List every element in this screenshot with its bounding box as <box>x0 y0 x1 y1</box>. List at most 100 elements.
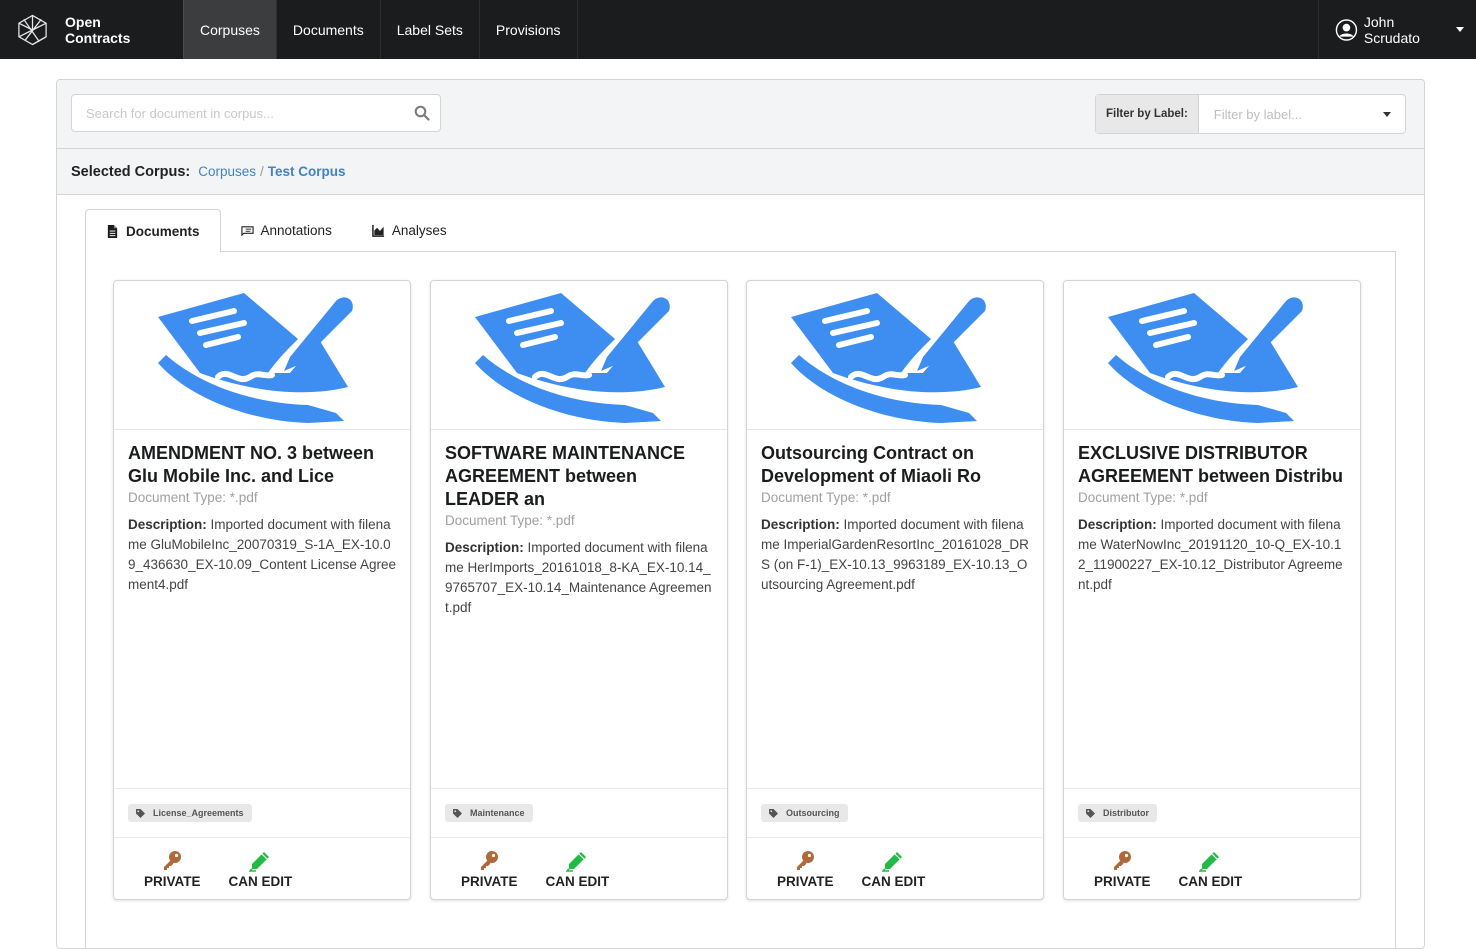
tag-icon <box>453 808 462 818</box>
top-navbar: Open Contracts Corpuses Documents Label … <box>0 0 1476 59</box>
private-status: PRIVATE <box>461 838 518 889</box>
breadcrumb: Selected Corpus: Corpuses / Test Corpus <box>57 149 1424 195</box>
can-edit-status: CAN EDIT <box>861 838 926 889</box>
card-labels: Outsourcing <box>747 788 1043 837</box>
document-signature-icon <box>475 293 670 423</box>
pencil-icon <box>1199 852 1220 872</box>
card-description: Description: Imported document with file… <box>445 538 713 618</box>
label-chip-text: License_Agreements <box>153 808 244 818</box>
can-edit-label: CAN EDIT <box>861 874 926 889</box>
key-icon <box>797 851 815 870</box>
card-description: Description: Imported document with file… <box>1078 515 1346 595</box>
private-status: PRIVATE <box>144 838 201 889</box>
label-chip[interactable]: Outsourcing <box>761 804 848 822</box>
card-footer: PRIVATE CAN EDIT <box>431 837 727 899</box>
search-box <box>71 94 441 132</box>
can-edit-status: CAN EDIT <box>545 838 610 889</box>
chevron-down-icon <box>1383 111 1391 117</box>
private-status: PRIVATE <box>1094 838 1151 889</box>
breadcrumb-corpuses-link[interactable]: Corpuses <box>198 164 256 179</box>
label-chip-text: Outsourcing <box>786 808 840 818</box>
pencil-icon <box>566 852 587 872</box>
private-status: PRIVATE <box>777 838 834 889</box>
pencil-icon <box>882 852 903 872</box>
nav-documents[interactable]: Documents <box>275 0 380 59</box>
document-card[interactable]: SOFTWARE MAINTENANCE AGREEMENT between L… <box>430 280 728 900</box>
card-body: SOFTWARE MAINTENANCE AGREEMENT between L… <box>431 430 727 618</box>
key-icon <box>164 851 182 870</box>
card-description: Description: Imported document with file… <box>761 515 1029 595</box>
user-avatar-icon <box>1335 18 1358 41</box>
tag-icon <box>769 808 778 818</box>
nav-documents-label: Documents <box>292 21 364 38</box>
nav-provisions-label: Provisions <box>495 21 561 38</box>
breadcrumb-current[interactable]: Test Corpus <box>268 164 346 179</box>
tab-annotations-label: Annotations <box>260 223 332 238</box>
document-signature-icon <box>1108 293 1303 423</box>
card-body: AMENDMENT NO. 3 between Glu Mobile Inc. … <box>114 430 410 595</box>
toolbar: Filter by Label: Filter by label... <box>57 80 1424 149</box>
card-image <box>431 281 727 430</box>
nav-corpuses[interactable]: Corpuses <box>183 0 276 59</box>
card-footer: PRIVATE CAN EDIT <box>1064 837 1360 899</box>
can-edit-label: CAN EDIT <box>1178 874 1243 889</box>
can-edit-label: CAN EDIT <box>545 874 610 889</box>
card-doc-type: Document Type: *.pdf <box>128 490 258 505</box>
card-description: Description: Imported document with file… <box>128 515 396 595</box>
brand-name: Open Contracts <box>65 13 131 46</box>
brand[interactable]: Open Contracts <box>0 0 183 59</box>
label-chip[interactable]: Maintenance <box>445 804 533 822</box>
description-label: Description: <box>445 540 524 555</box>
user-menu[interactable]: John Scrudato <box>1318 0 1476 59</box>
open-contracts-logo-icon <box>18 14 47 45</box>
search-input[interactable] <box>72 95 392 131</box>
nav-corpuses-label: Corpuses <box>200 21 260 38</box>
card-title[interactable]: EXCLUSIVE DISTRIBUTOR AGREEMENT between … <box>1078 442 1346 488</box>
private-label: PRIVATE <box>144 874 201 889</box>
pencil-icon <box>249 852 270 872</box>
tab-annotations[interactable]: Annotations <box>221 209 352 252</box>
annotation-icon <box>240 226 254 237</box>
tab-bar: Documents Annotations Analyses <box>85 209 1396 253</box>
filter-label: Filter by Label: <box>1096 95 1199 133</box>
document-card[interactable]: AMENDMENT NO. 3 between Glu Mobile Inc. … <box>113 280 411 900</box>
area-chart-icon <box>372 224 384 237</box>
document-card[interactable]: Outsourcing Contract on Development of M… <box>746 280 1044 900</box>
nav-provisions[interactable]: Provisions <box>478 0 578 59</box>
can-edit-status: CAN EDIT <box>1178 838 1243 889</box>
key-icon <box>1114 851 1132 870</box>
tab-analyses[interactable]: Analyses <box>352 209 467 252</box>
chevron-down-icon <box>1456 27 1464 32</box>
tab-documents[interactable]: Documents <box>85 209 221 253</box>
label-filter: Filter by Label: Filter by label... <box>1095 94 1406 134</box>
file-icon <box>107 224 118 238</box>
breadcrumb-separator: / <box>260 164 264 179</box>
tag-icon <box>136 808 145 818</box>
description-label: Description: <box>128 517 207 532</box>
corpus-panel: Filter by Label: Filter by label... Sele… <box>56 79 1425 949</box>
card-footer: PRIVATE CAN EDIT <box>747 837 1043 899</box>
label-chip[interactable]: License_Agreements <box>128 804 252 822</box>
card-title[interactable]: AMENDMENT NO. 3 between Glu Mobile Inc. … <box>128 442 396 488</box>
card-title[interactable]: SOFTWARE MAINTENANCE AGREEMENT between L… <box>445 442 713 511</box>
label-chip[interactable]: Distributor <box>1078 804 1157 822</box>
card-title[interactable]: Outsourcing Contract on Development of M… <box>761 442 1029 488</box>
label-chip-text: Maintenance <box>470 808 525 818</box>
label-chip-text: Distributor <box>1103 808 1149 818</box>
card-doc-type: Document Type: *.pdf <box>445 513 575 528</box>
filter-dropdown[interactable]: Filter by label... <box>1199 95 1405 133</box>
document-signature-icon <box>791 293 986 423</box>
card-image <box>114 281 410 430</box>
nav-label-sets[interactable]: Label Sets <box>379 0 479 59</box>
card-labels: Distributor <box>1064 788 1360 837</box>
tab-analyses-label: Analyses <box>391 223 447 238</box>
key-icon <box>481 851 499 870</box>
tag-icon <box>1086 808 1095 818</box>
filter-placeholder: Filter by label... <box>1213 106 1302 122</box>
card-body: Outsourcing Contract on Development of M… <box>747 430 1043 595</box>
document-card[interactable]: EXCLUSIVE DISTRIBUTOR AGREEMENT between … <box>1063 280 1361 900</box>
search-icon[interactable] <box>414 105 430 121</box>
nav-label-sets-label: Label Sets <box>396 21 463 38</box>
description-label: Description: <box>1078 517 1157 532</box>
